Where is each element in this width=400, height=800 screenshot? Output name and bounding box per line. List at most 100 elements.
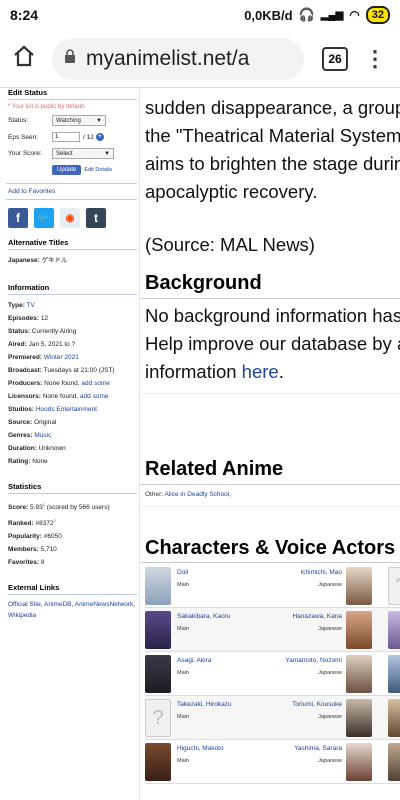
twitter-icon[interactable]: 🐦: [34, 208, 54, 228]
voice-actor-photo[interactable]: [346, 699, 372, 737]
ranked-value: #8372: [35, 520, 54, 528]
producers-value: None found,: [44, 380, 80, 387]
character-name-link[interactable]: Doll: [177, 569, 188, 576]
duration-label: Duration:: [8, 445, 37, 452]
external-links-heading: External Links: [8, 583, 137, 596]
eps-input[interactable]: 1: [52, 132, 80, 142]
japanese-label: Japanese:: [8, 257, 40, 264]
eps-row: Eps Seen: 1 / 12 +: [8, 132, 137, 142]
episodes-label: Episodes:: [8, 315, 40, 322]
type-row: Type: TV: [8, 299, 137, 312]
character-role: Main: [177, 582, 189, 588]
members-row: Members: 5,710: [8, 543, 137, 556]
source-row: Source: Original: [8, 416, 137, 429]
producers-add-link[interactable]: add some: [81, 380, 110, 387]
here-link[interactable]: here: [242, 361, 279, 382]
status-select[interactable]: Watching ▼: [52, 115, 106, 126]
browser-toolbar: myanimelist.net/a 26 ⋮: [0, 30, 400, 88]
voice-actor-photo[interactable]: [346, 655, 372, 693]
licensors-add-link[interactable]: add some: [80, 393, 109, 400]
wifi-icon: ◠: [349, 8, 360, 22]
plus-icon[interactable]: +: [95, 133, 104, 141]
tab-switcher-button[interactable]: 26: [322, 46, 348, 71]
more-menu-icon[interactable]: ⋮: [356, 47, 394, 70]
status-select-value: Watching: [56, 117, 81, 124]
voice-actor-photo[interactable]: [346, 611, 372, 649]
genres-link[interactable]: Music: [34, 432, 51, 439]
voice-actor-link[interactable]: Yamamoto, Nozomi: [285, 657, 342, 664]
character-role: Main: [177, 714, 189, 720]
related-anime-link[interactable]: Alice in Deadly School,: [165, 491, 231, 498]
divider: [141, 562, 400, 563]
status-row: Status: Watching ▼: [8, 115, 137, 126]
sidebar: Edit Status * Your list is public by def…: [0, 88, 140, 800]
eps-total: / 12: [83, 133, 94, 141]
status-info-row: Status: Currently Airing: [8, 325, 137, 338]
voice-actor-language: Japanese: [318, 582, 342, 588]
voice-actor-photo[interactable]: [346, 567, 372, 605]
studios-link[interactable]: Hoods Entertainment: [36, 406, 97, 413]
home-icon[interactable]: [6, 44, 42, 73]
character-role: Main: [177, 758, 189, 764]
tumblr-icon[interactable]: t: [86, 208, 106, 228]
divider: [141, 393, 400, 394]
status-info-label: Status:: [8, 328, 31, 335]
animenewsnetwork-link[interactable]: AnimeNewsNetwork: [75, 601, 134, 608]
edit-details-link[interactable]: Edit Details: [84, 167, 112, 173]
add-to-favorites-link[interactable]: Add to Favorites: [8, 188, 55, 195]
voice-actor-link[interactable]: Yashima, Sarara: [294, 745, 342, 752]
unknown-placeholder-icon[interactable]: ?: [388, 567, 400, 605]
character-portrait[interactable]: [145, 567, 171, 605]
type-link[interactable]: TV: [27, 302, 35, 309]
character-portrait[interactable]: [145, 655, 171, 693]
official-site-link[interactable]: Official Site: [8, 601, 41, 608]
wikipedia-link[interactable]: Wikipedia: [8, 612, 36, 619]
voice-actor-link[interactable]: Hanazawa, Kana: [292, 613, 342, 620]
producers-label: Producers:: [8, 380, 43, 387]
voice-actor-link[interactable]: Toriumi, Kousuke: [292, 701, 342, 708]
rating-value: None: [32, 458, 48, 465]
members-label: Members:: [8, 546, 39, 554]
duration-row: Duration: Unknown: [8, 442, 137, 455]
popularity-label: Popularity:: [8, 533, 42, 541]
ranked-label: Ranked:: [8, 520, 34, 528]
favorites-value: 8: [40, 559, 45, 567]
licensors-row: Licensors: None found, add some: [8, 390, 137, 403]
score-select[interactable]: Select ▼: [52, 148, 114, 159]
reddit-icon[interactable]: ◉: [60, 208, 80, 228]
lock-icon: [64, 49, 76, 68]
eps-label: Eps Seen:: [8, 133, 38, 141]
licensors-value: None found,: [42, 393, 79, 400]
character-name-link[interactable]: Higuchi, Makoto: [177, 745, 224, 752]
voice-actor-photo[interactable]: [346, 743, 372, 781]
character-name-link[interactable]: Asagi, Akira: [177, 657, 211, 664]
character-portrait[interactable]: [145, 611, 171, 649]
synopsis-line: apocalyptic recovery.: [145, 181, 318, 202]
voice-actor-link[interactable]: Ichimichi, Mao: [300, 569, 342, 576]
premiered-link[interactable]: Winter 2021: [44, 354, 79, 361]
update-row: Update Edit Details: [52, 165, 137, 175]
score-stat-value: 5.93: [30, 504, 43, 512]
character-portrait[interactable]: [388, 655, 400, 693]
character-row: Doll Main Ichimichi, Mao Japanese ?: [145, 564, 400, 608]
voice-actor-language: Japanese: [318, 714, 342, 720]
character-name-link[interactable]: Sakakibara, Kaoru: [177, 613, 230, 620]
animedb-link[interactable]: AnimeDB: [44, 601, 71, 608]
characters-table: Doll Main Ichimichi, Mao Japanese ? Saka…: [145, 564, 400, 784]
unknown-placeholder-icon[interactable]: ?: [145, 699, 171, 737]
edit-status-heading: Edit Status: [8, 88, 137, 100]
synopsis-line: aims to brighten the stage durin: [145, 153, 400, 174]
voice-actor-language: Japanese: [318, 626, 342, 632]
facebook-icon[interactable]: f: [8, 208, 28, 228]
character-name-link[interactable]: Takezaki, Hirokazu: [177, 701, 232, 708]
character-portrait[interactable]: [388, 743, 400, 781]
synopsis-line: sudden disappearance, a group: [145, 97, 400, 118]
character-portrait[interactable]: [388, 699, 400, 737]
character-portrait[interactable]: [145, 743, 171, 781]
address-bar[interactable]: myanimelist.net/a: [52, 37, 304, 80]
character-portrait[interactable]: [388, 611, 400, 649]
type-label: Type:: [8, 302, 25, 309]
update-button[interactable]: Update: [52, 165, 82, 175]
producers-row: Producers: None found, add some: [8, 377, 137, 390]
source-value: Original: [34, 419, 57, 426]
